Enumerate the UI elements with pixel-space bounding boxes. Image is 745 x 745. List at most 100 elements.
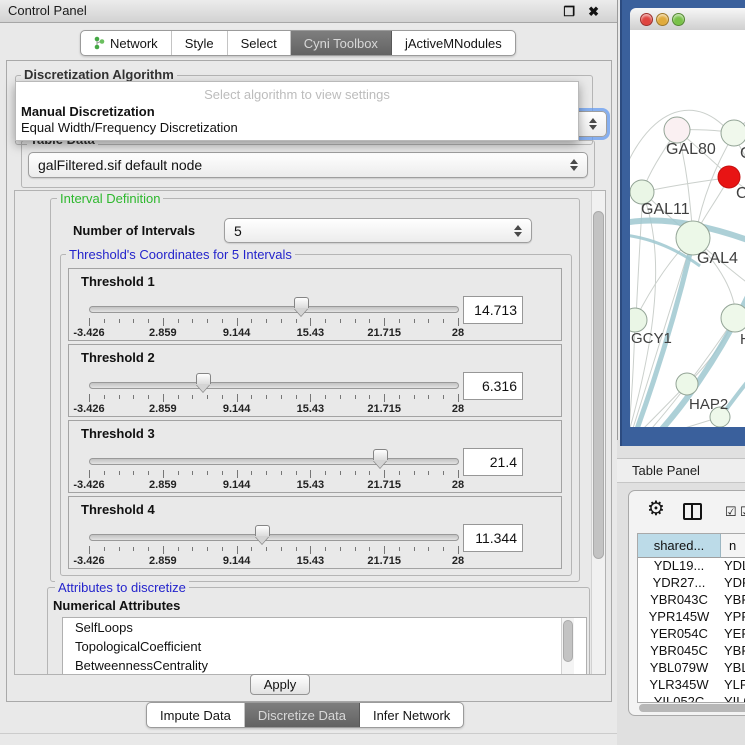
tick-mark [251,319,252,323]
column-header-name[interactable]: n [721,534,745,558]
tab-style[interactable]: Style [172,31,228,55]
tick-mark [384,318,385,326]
network-edge[interactable] [630,417,720,427]
cell-name: YLR3 [724,677,745,692]
vertical-scrollbar-thumb[interactable] [593,211,604,559]
network-edge[interactable] [643,178,726,192]
tick-label: 2.859 [149,555,177,567]
numerical-attributes-label: Numerical Attributes [53,598,180,613]
tab-select[interactable]: Select [228,31,291,55]
network-canvas[interactable]: GAL80GACGAL11GAL4GCY1HHAP2 [630,30,745,427]
vertical-scrollbar[interactable] [591,191,605,674]
tick-label: 15.43 [297,479,325,491]
mac-zoom-button[interactable] [672,13,685,26]
tab-impute-data[interactable]: Impute Data [147,703,245,727]
table-row[interactable]: YER054CYER0 [638,626,745,643]
table-row[interactable]: YBR043CYBR0 [638,592,745,609]
numerical-attribute-item[interactable]: SelfLoops [63,618,586,637]
network-node[interactable] [721,304,745,332]
tick-mark [237,394,238,402]
tick-mark [296,319,297,323]
cell-shared-name: YLR345W [638,677,720,692]
cell-shared-name: YBR043C [638,592,720,607]
network-node[interactable] [630,308,647,332]
tab-cyni-toolbox[interactable]: Cyni Toolbox [291,31,392,55]
tick-mark [296,471,297,475]
node-attribute-table: shared... n YDL19...YDL1YDR27...YDR2YBR0… [637,533,745,703]
checkbox-checked-icon[interactable]: ☑ [725,504,737,520]
tick-mark [104,471,105,475]
table-row[interactable]: YLR345W YLR3 [638,677,745,694]
table-row[interactable]: YBL079WYBL0 [638,660,745,677]
threshold-value-input[interactable] [463,372,523,400]
table-row[interactable]: YDR27...YDR2 [638,575,745,592]
attributes-list-scrollbar[interactable] [561,618,574,674]
checkbox-checked-icon[interactable]: ☑ [740,504,745,520]
dropdown-option-equal-width-frequency[interactable]: Equal Width/Frequency Discretization [21,120,238,135]
table-data-combobox[interactable]: galFiltered.sif default node [28,152,588,178]
network-window-titlebar[interactable] [630,8,745,31]
slider-thumb[interactable] [294,297,309,308]
split-view-icon[interactable] [683,503,702,520]
network-node[interactable] [676,373,698,395]
tick-mark [207,319,208,323]
node-label: GAL80 [666,141,716,158]
tab-label: Cyni Toolbox [304,36,378,51]
tab-network[interactable]: Network [81,31,172,55]
close-icon[interactable]: ✖ [588,5,599,18]
tab-discretize-data[interactable]: Discretize Data [245,703,360,727]
tab-infer-network[interactable]: Infer Network [360,703,463,727]
network-node[interactable] [721,120,745,146]
numerical-attribute-item[interactable]: TopologicalCoefficient [63,637,586,656]
tick-mark [340,547,341,551]
mac-close-button[interactable] [640,13,653,26]
tick-mark [237,470,238,478]
tick-mark [148,319,149,323]
apply-button[interactable]: Apply [250,674,310,695]
slider-thumb[interactable] [373,449,388,460]
attributes-scrollbar-thumb[interactable] [563,620,573,662]
tab-jactivemnodules[interactable]: jActiveMNodules [392,31,515,55]
tick-mark [251,395,252,399]
tick-label: -3.426 [73,403,104,415]
slider-ticks [89,394,458,402]
slider-thumb[interactable] [196,373,211,384]
tick-mark [458,318,459,326]
tick-label: 21.715 [367,555,401,567]
table-row[interactable]: YPR145WYPR1 [638,609,745,626]
dropdown-option-manual-discretization[interactable]: Manual Discretization [21,104,155,119]
tick-mark [237,318,238,326]
network-node[interactable] [664,117,690,143]
tick-mark [340,471,341,475]
threshold-value-input[interactable] [463,296,523,324]
tick-mark [178,319,179,323]
table-row[interactable]: YIL052CYIL0 [638,694,745,703]
tick-label: 28 [452,403,464,415]
threshold-value-input[interactable] [463,448,523,476]
tick-mark [369,395,370,399]
table-row[interactable]: YDL19...YDL1 [638,558,745,575]
slider-track[interactable] [89,458,459,465]
table-row[interactable]: YBR045CYBR0 [638,643,745,660]
numerical-attribute-item[interactable]: BetweennessCentrality [63,656,586,675]
cell-shared-name: YPR145W [638,609,720,624]
tick-mark [119,471,120,475]
float-window-icon[interactable]: ❐ [563,5,575,18]
slider-track[interactable] [89,382,459,389]
cell-name: YBR0 [724,643,745,658]
slider-thumb[interactable] [255,525,270,536]
mac-minimize-button[interactable] [656,13,669,26]
tick-mark [178,471,179,475]
number-of-intervals-combobox[interactable]: 5 [224,218,532,243]
tick-mark [119,395,120,399]
tick-mark [443,395,444,399]
tick-mark [325,319,326,323]
slider-track[interactable] [89,306,459,313]
horizontal-scrollbar-thumb[interactable] [639,704,745,712]
slider-track[interactable] [89,534,459,541]
node-label: GA [740,145,745,162]
gear-icon[interactable]: ⚙ [647,499,665,519]
tick-mark [443,547,444,551]
column-header-shared-name[interactable]: shared... [638,534,721,558]
threshold-value-input[interactable] [463,524,523,552]
